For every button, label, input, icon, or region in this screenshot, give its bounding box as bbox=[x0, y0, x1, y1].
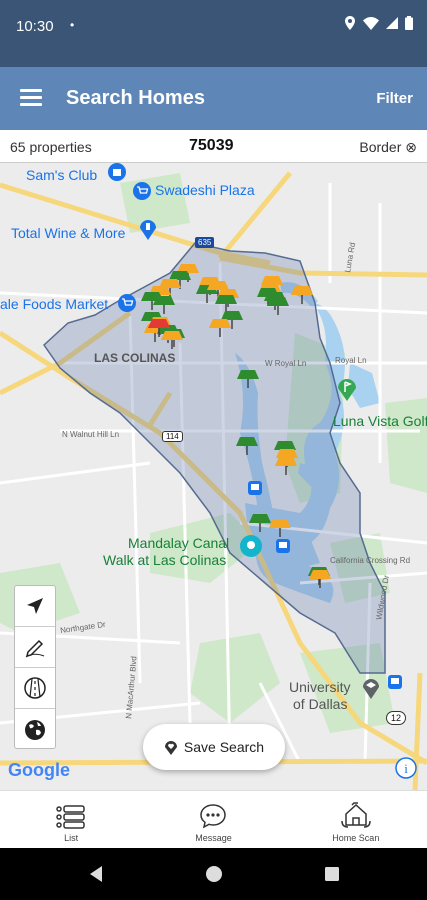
shopping-cart-icon[interactable] bbox=[118, 294, 136, 312]
recents-icon[interactable] bbox=[324, 866, 340, 882]
road-view-button[interactable] bbox=[15, 668, 55, 709]
transit-icon[interactable] bbox=[388, 675, 402, 689]
wifi-icon bbox=[363, 16, 379, 30]
home-scan-icon bbox=[341, 802, 371, 828]
signal-icon bbox=[386, 17, 398, 29]
attraction-icon[interactable] bbox=[240, 535, 262, 557]
transit-icon[interactable] bbox=[276, 539, 290, 553]
label-sams-club: Sam's Club bbox=[26, 167, 98, 183]
svg-text:i: i bbox=[404, 761, 408, 776]
status-bar: 10:30 • bbox=[0, 0, 427, 67]
app-bar: Search Homes Filter bbox=[0, 67, 427, 130]
navigation-arrow-icon bbox=[27, 598, 43, 614]
google-logo: Google bbox=[8, 760, 70, 781]
notification-dot: • bbox=[70, 18, 75, 32]
status-time: 10:30 bbox=[16, 18, 54, 35]
highway-shield-12: 12 bbox=[386, 711, 407, 725]
locate-me-button[interactable] bbox=[15, 586, 55, 627]
highway-shield-114: 114 bbox=[162, 431, 183, 442]
label-total-wine: Total Wine & More bbox=[11, 225, 126, 241]
draw-area-button[interactable] bbox=[15, 627, 55, 668]
nav-list-label: List bbox=[64, 833, 79, 843]
list-icon bbox=[56, 805, 85, 829]
property-count: 65 properties bbox=[10, 139, 92, 155]
map-view[interactable]: 635 114 12 Sam's Club Swadeshi Plaza Tot… bbox=[0, 163, 427, 790]
home-icon[interactable] bbox=[205, 865, 223, 883]
back-icon[interactable] bbox=[88, 865, 104, 883]
menu-icon[interactable] bbox=[20, 89, 42, 107]
battery-icon bbox=[405, 16, 413, 30]
label-w-royal-ln: W Royal Ln bbox=[265, 359, 307, 368]
label-foods-market: ale Foods Market bbox=[0, 296, 109, 312]
google-logo-text: Google bbox=[8, 760, 70, 780]
satellite-view-button[interactable] bbox=[15, 709, 55, 750]
page-title: Search Homes bbox=[66, 87, 205, 109]
label-las-colinas: LAS COLINAS bbox=[94, 351, 176, 365]
search-info-bar: 65 properties 75039 Border ⊗ bbox=[0, 130, 427, 163]
pencil-icon bbox=[25, 639, 45, 658]
school-icon[interactable] bbox=[362, 677, 380, 699]
globe-icon bbox=[25, 719, 45, 740]
label-royal-ln: Royal Ln bbox=[335, 356, 367, 365]
nav-home-scan[interactable]: Home Scan bbox=[285, 791, 427, 848]
save-search-button[interactable]: Save Search bbox=[143, 724, 285, 770]
map-tools-panel bbox=[14, 585, 56, 749]
highway-shield-635: 635 bbox=[195, 237, 215, 248]
golf-icon[interactable] bbox=[337, 377, 357, 401]
label-california-crossing: California Crossing Rd bbox=[330, 556, 411, 565]
shopping-bag-icon[interactable] bbox=[108, 163, 126, 181]
nav-message-label: Message bbox=[195, 833, 232, 843]
location-icon bbox=[345, 16, 355, 30]
bottom-navigation: List Message Home Scan bbox=[0, 790, 427, 848]
label-mandalay-canal: Mandalay Canal bbox=[128, 535, 230, 551]
nav-home-scan-label: Home Scan bbox=[332, 833, 380, 843]
zip-code[interactable]: 75039 bbox=[189, 137, 234, 155]
label-university: University bbox=[289, 679, 351, 695]
label-of-dallas: of Dallas bbox=[293, 696, 348, 712]
label-luna-vista: Luna Vista Golf bbox=[333, 413, 427, 429]
label-mandalay-walk: Walk at Las Colinas bbox=[103, 552, 227, 568]
system-navigation-bar bbox=[0, 848, 427, 900]
info-icon[interactable]: i bbox=[395, 757, 417, 779]
nav-message[interactable]: Message bbox=[142, 791, 284, 848]
label-walnut-hill: N Walnut Hill Ln bbox=[62, 430, 120, 439]
save-search-label: Save Search bbox=[183, 739, 265, 755]
status-icons bbox=[344, 16, 413, 30]
label-swadeshi-plaza: Swadeshi Plaza bbox=[155, 182, 255, 198]
filter-button[interactable]: Filter bbox=[376, 90, 413, 107]
chat-bubble-icon bbox=[200, 804, 227, 829]
nav-list[interactable]: List bbox=[0, 791, 142, 848]
heart-pin-icon bbox=[164, 741, 177, 755]
road-icon bbox=[24, 677, 46, 699]
wine-icon[interactable] bbox=[139, 218, 157, 240]
border-toggle[interactable]: Border ⊗ bbox=[359, 139, 417, 156]
shopping-cart-icon[interactable] bbox=[133, 182, 151, 200]
transit-icon[interactable] bbox=[248, 481, 262, 495]
